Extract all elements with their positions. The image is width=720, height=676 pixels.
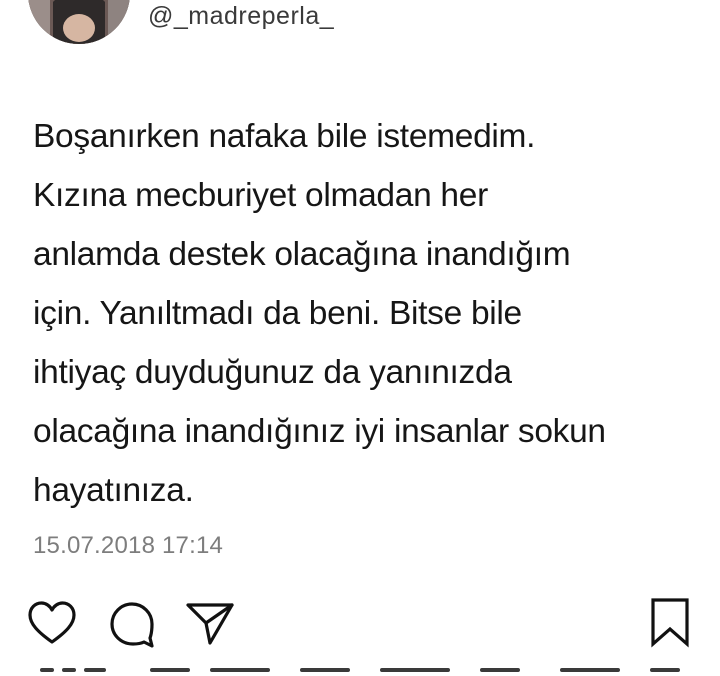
- post-text-line: için. Yanıltmadı da beni. Bitse bile: [33, 295, 522, 332]
- username[interactable]: @_madreperla_: [148, 2, 334, 31]
- post-text-line: hayatınıza.: [33, 472, 194, 509]
- cut-off-likes-line: [0, 666, 720, 676]
- heart-icon: [28, 601, 76, 644]
- comment-button[interactable]: [106, 598, 158, 650]
- like-button[interactable]: [26, 598, 78, 650]
- post-text-line: Kızına mecburiyet olmadan her: [33, 177, 488, 214]
- post-header: @_madreperla_: [0, 0, 720, 60]
- bookmark-icon: [651, 598, 689, 648]
- save-button[interactable]: [644, 596, 696, 648]
- post-timestamp: 15.07.2018 17:14: [33, 532, 224, 559]
- action-bar: [0, 596, 720, 652]
- post-text-line: Boşanırken nafaka bile istemedim.: [33, 118, 536, 155]
- share-button[interactable]: [184, 597, 236, 649]
- paper-plane-icon: [186, 603, 234, 645]
- post-text: Boşanırken nafaka bile istemedim. Kızına…: [33, 107, 703, 520]
- avatar[interactable]: [28, 0, 130, 44]
- post-text-line: olacağına inandığınız iyi insanlar sokun: [33, 413, 606, 450]
- comment-icon: [110, 602, 154, 648]
- post-text-line: anlamda destek olacağına inandığım: [33, 236, 571, 273]
- post-text-line: ihtiyaç duyduğunuz da yanınızda: [33, 354, 512, 391]
